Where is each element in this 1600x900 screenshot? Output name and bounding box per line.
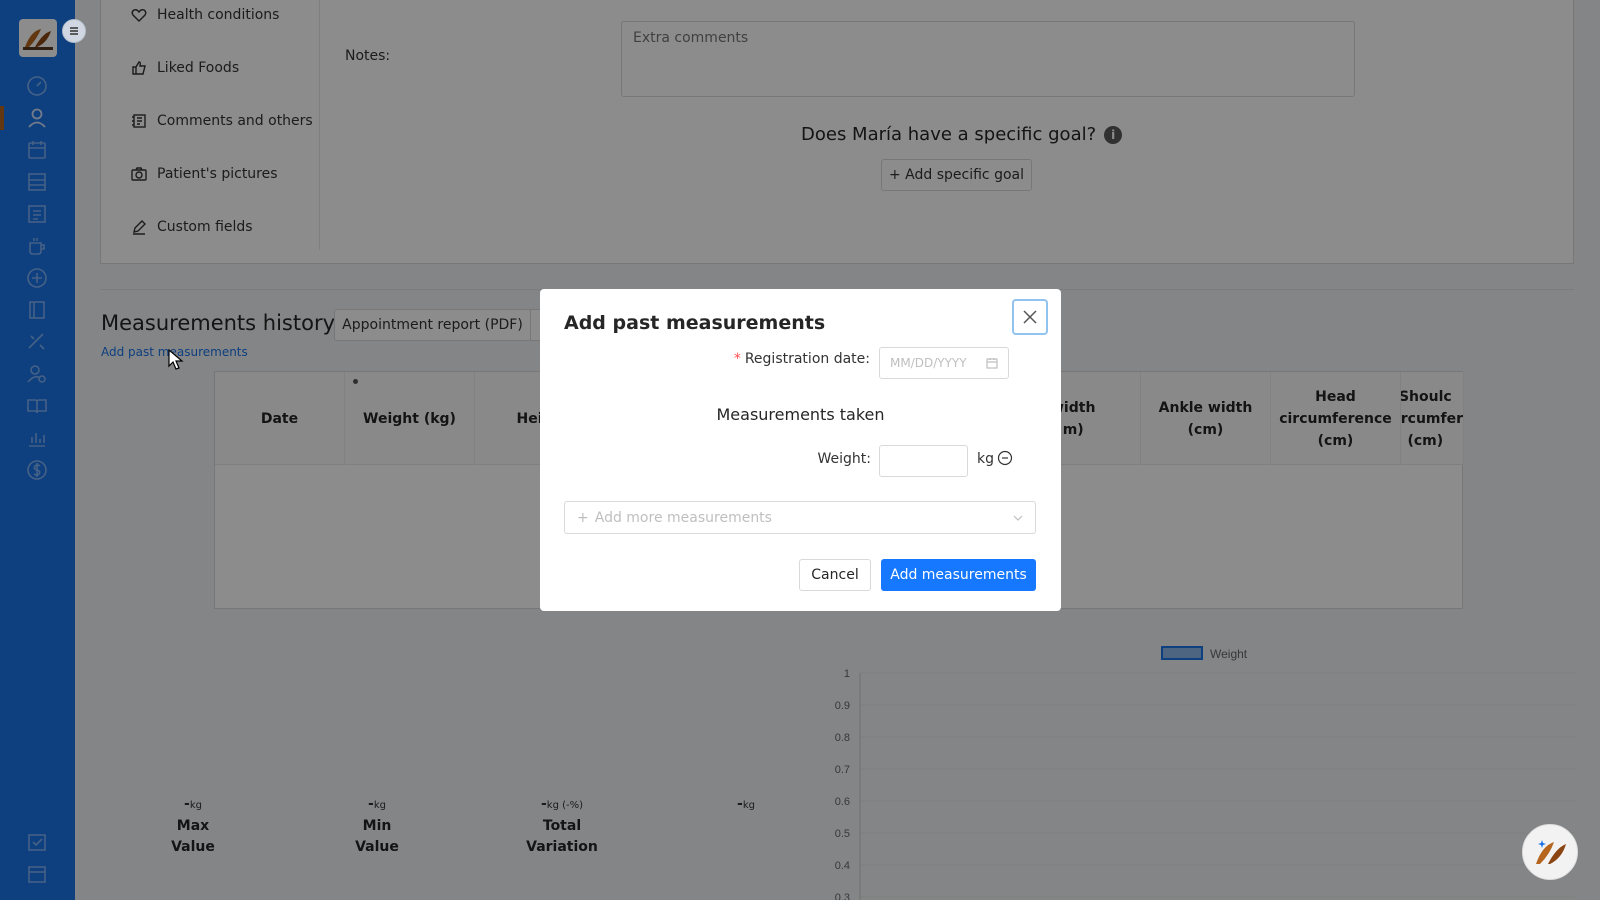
registration-date-label: * Registration date:	[733, 351, 870, 367]
sidebar-toggle-button[interactable]	[62, 19, 86, 43]
close-button[interactable]	[1012, 299, 1048, 335]
add-more-placeholder: Add more measurements	[594, 509, 772, 526]
mouse-cursor-icon	[168, 349, 184, 370]
close-icon	[1023, 310, 1037, 324]
weight-unit: kg	[977, 451, 994, 467]
add-more-measurements-select[interactable]: + Add more measurements	[564, 501, 1036, 534]
minus-circle-icon[interactable]	[997, 450, 1013, 466]
weight-label-text: Weight	[817, 451, 867, 467]
date-placeholder: MM/DD/YYYY	[890, 356, 967, 370]
modal-title: Add past measurements	[564, 312, 826, 334]
calendar-icon	[986, 358, 998, 369]
measurements-taken-heading: Measurements taken	[716, 405, 885, 424]
assistant-logo-icon	[1536, 840, 1566, 864]
registration-date-picker[interactable]: MM/DD/YYYY	[879, 347, 1009, 379]
menu-icon	[70, 27, 78, 35]
weight-label: Weight:	[817, 451, 872, 467]
plus-icon: +	[577, 509, 589, 526]
add-past-measurements-modal: Add past measurements * Registration date…	[540, 289, 1061, 611]
chevron-down-icon	[1013, 515, 1023, 521]
weight-input[interactable]	[879, 445, 968, 477]
add-measurements-button[interactable]: Add measurements	[881, 559, 1036, 591]
registration-date-text: Registration date	[744, 351, 866, 367]
assistant-button[interactable]	[1522, 824, 1578, 880]
required-mark: *	[733, 351, 741, 367]
cancel-button[interactable]: Cancel	[799, 559, 871, 591]
